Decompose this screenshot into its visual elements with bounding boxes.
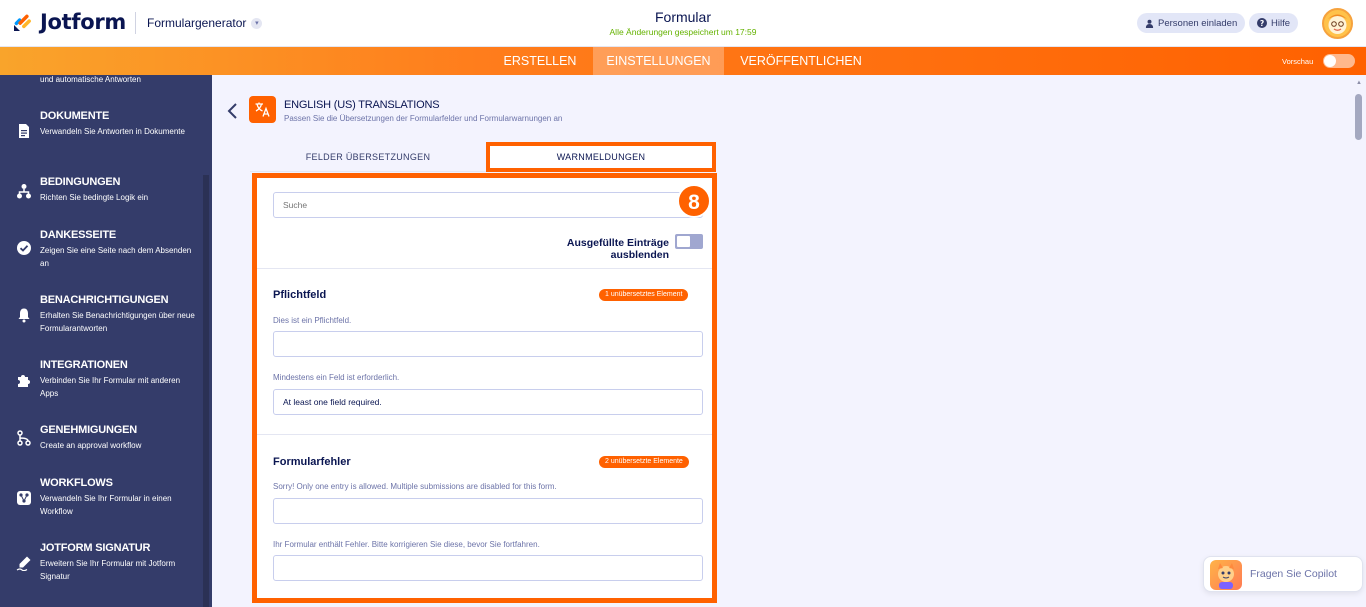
preview-label: Vorschau bbox=[1282, 57, 1314, 66]
sidebar-item-title: BEDINGUNGEN bbox=[40, 176, 121, 188]
avatar[interactable] bbox=[1322, 8, 1353, 39]
section-title: Pflichtfeld bbox=[273, 289, 327, 301]
preview-toggle[interactable] bbox=[1323, 54, 1355, 68]
jotform-logo-icon bbox=[14, 14, 31, 31]
signature-icon bbox=[16, 556, 31, 571]
untranslated-badge: 2 unübersetzte Elemente bbox=[599, 456, 689, 468]
top-bar: Jotform Formulargenerator ▾ Formular All… bbox=[0, 0, 1366, 47]
main-nav: ERSTELLEN EINSTELLUNGEN VERÖFFENTLICHEN … bbox=[0, 47, 1366, 75]
copilot-character-icon bbox=[1218, 563, 1234, 589]
avatar-illustration-icon bbox=[1328, 14, 1347, 34]
page-scrollbar[interactable] bbox=[1352, 75, 1366, 607]
sidebar-item-desc: Erhalten Sie Benachrichtigungen über neu… bbox=[40, 311, 195, 333]
sidebar-item-desc: Zeigen Sie eine Seite nach dem Absenden … bbox=[40, 246, 192, 268]
section-title: Formularfehler bbox=[273, 456, 351, 468]
help-icon: ? bbox=[1257, 18, 1267, 28]
form-title[interactable]: Formular bbox=[533, 9, 833, 25]
sidebar-item-integrations[interactable]: INTEGRATIONEN Verbinden Sie Ihr Formular… bbox=[0, 359, 203, 409]
sidebar-item-title: DANKESSEITE bbox=[40, 229, 117, 241]
warnings-panel: 8 Ausgefüllte Einträge ausblenden Pflich… bbox=[252, 173, 717, 603]
sidebar-item-desc: Verwandeln Sie Ihr Formular in einen Wor… bbox=[40, 494, 172, 516]
help-button[interactable]: ? Hilfe bbox=[1249, 13, 1299, 33]
help-label: Hilfe bbox=[1271, 17, 1291, 29]
sidebar-scrollbar[interactable] bbox=[203, 175, 209, 607]
step-badge: 8 bbox=[677, 184, 711, 218]
hide-filled-label: Ausgefüllte Einträge ausblenden bbox=[566, 237, 669, 261]
copilot-button[interactable]: Fragen Sie Copilot bbox=[1203, 556, 1363, 592]
invite-people-button[interactable]: Personen einladen bbox=[1137, 13, 1246, 33]
sidebar-item-documents[interactable]: DOKUMENTE Verwandeln Sie Antworten in Do… bbox=[0, 110, 203, 160]
sidebar-item-title: DOKUMENTE bbox=[40, 110, 110, 122]
tab-settings[interactable]: EINSTELLUNGEN bbox=[593, 47, 724, 75]
workflow-icon bbox=[17, 491, 31, 505]
sidebar-truncated-desc: und automatische Antworten bbox=[40, 75, 141, 84]
translation-input[interactable] bbox=[273, 555, 703, 581]
field-label: Sorry! Only one entry is allowed. Multip… bbox=[273, 482, 557, 491]
sidebar-item-title: WORKFLOWS bbox=[40, 477, 113, 489]
document-icon bbox=[19, 124, 29, 138]
sidebar-item-thank-you[interactable]: DANKESSEITE Zeigen Sie eine Seite nach d… bbox=[0, 229, 203, 279]
sidebar-item-signature[interactable]: JOTFORM SIGNATUR Erweitern Sie Ihr Formu… bbox=[0, 542, 203, 592]
field-label: Mindestens ein Feld ist erforderlich. bbox=[273, 373, 400, 382]
conditions-icon bbox=[17, 184, 31, 199]
user-icon bbox=[1145, 19, 1154, 28]
back-arrow-icon[interactable] bbox=[226, 102, 240, 120]
sidebar-item-workflows[interactable]: WORKFLOWS Verwandeln Sie Ihr Formular in… bbox=[0, 477, 203, 527]
sidebar-item-desc: Verbinden Sie Ihr Formular mit anderen A… bbox=[40, 376, 181, 398]
sidebar-item-title: INTEGRATIONEN bbox=[40, 359, 128, 371]
untranslated-badge: 1 unübersetztes Element bbox=[599, 289, 689, 301]
sidebar-item-notifications[interactable]: BENACHRICHTIGUNGEN Erhalten Sie Benachri… bbox=[0, 294, 203, 344]
save-status: Alle Änderungen gespeichert um 17:59 bbox=[609, 27, 757, 37]
translation-input[interactable] bbox=[273, 331, 703, 357]
scroll-up-icon[interactable]: ▲ bbox=[1356, 80, 1362, 86]
divider bbox=[257, 268, 712, 269]
sidebar-item-desc: Verwandeln Sie Antworten in Dokumente bbox=[40, 127, 185, 136]
sidebar-item-approvals[interactable]: GENEHMIGUNGEN Create an approval workflo… bbox=[0, 424, 203, 460]
copilot-avatar-icon bbox=[1210, 560, 1242, 590]
divider bbox=[135, 12, 136, 34]
tab-warnings[interactable]: WARNMELDUNGEN bbox=[486, 142, 716, 172]
chevron-down-icon: ▾ bbox=[251, 17, 263, 29]
translate-glyph-icon bbox=[255, 102, 270, 117]
brand-name: Jotform bbox=[40, 10, 126, 34]
page-description: Passen Sie die Übersetzungen der Formula… bbox=[284, 114, 563, 123]
copilot-label: Fragen Sie Copilot bbox=[1250, 568, 1337, 580]
puzzle-icon bbox=[18, 375, 30, 387]
translation-input[interactable] bbox=[273, 389, 703, 415]
invite-label: Personen einladen bbox=[1158, 17, 1238, 29]
divider bbox=[257, 434, 712, 435]
settings-sidebar: und automatische Antworten DOKUMENTE Ver… bbox=[0, 75, 212, 607]
field-label: Ihr Formular enthält Fehler. Bitte korri… bbox=[273, 540, 540, 549]
translate-icon bbox=[249, 96, 276, 123]
svg-text:?: ? bbox=[1260, 19, 1264, 28]
sidebar-item-desc: Erweitern Sie Ihr Formular mit Jotform S… bbox=[40, 559, 176, 581]
field-label: Dies ist ein Pflichtfeld. bbox=[273, 316, 352, 325]
tab-field-translations[interactable]: FELDER ÜBERSETZUNGEN bbox=[250, 142, 486, 172]
sidebar-item-conditions[interactable]: BEDINGUNGEN Richten Sie bedingte Logik e… bbox=[0, 176, 203, 212]
form-builder-label: Formulargenerator bbox=[147, 16, 247, 30]
jotform-logo[interactable]: Jotform bbox=[12, 10, 126, 34]
translation-input[interactable] bbox=[273, 498, 703, 524]
page-title: ENGLISH (US) TRANSLATIONS bbox=[284, 99, 440, 111]
check-circle-icon bbox=[17, 241, 31, 255]
scrollbar-thumb[interactable] bbox=[1355, 94, 1362, 140]
form-builder-dropdown[interactable]: Formulargenerator ▾ bbox=[147, 16, 263, 30]
hide-filled-toggle[interactable] bbox=[675, 234, 703, 249]
approval-flow-icon bbox=[17, 430, 31, 446]
sidebar-item-desc: Create an approval workflow bbox=[40, 441, 142, 450]
bell-icon bbox=[18, 308, 30, 323]
sidebar-item-desc: Richten Sie bedingte Logik ein bbox=[40, 193, 149, 202]
search-input[interactable] bbox=[273, 192, 703, 218]
tab-publish[interactable]: VERÖFFENTLICHEN bbox=[731, 47, 871, 75]
tab-create[interactable]: ERSTELLEN bbox=[492, 47, 588, 75]
sidebar-item-title: JOTFORM SIGNATUR bbox=[40, 542, 151, 554]
sidebar-item-title: GENEHMIGUNGEN bbox=[40, 424, 138, 436]
sidebar-item-title: BENACHRICHTIGUNGEN bbox=[40, 294, 169, 306]
